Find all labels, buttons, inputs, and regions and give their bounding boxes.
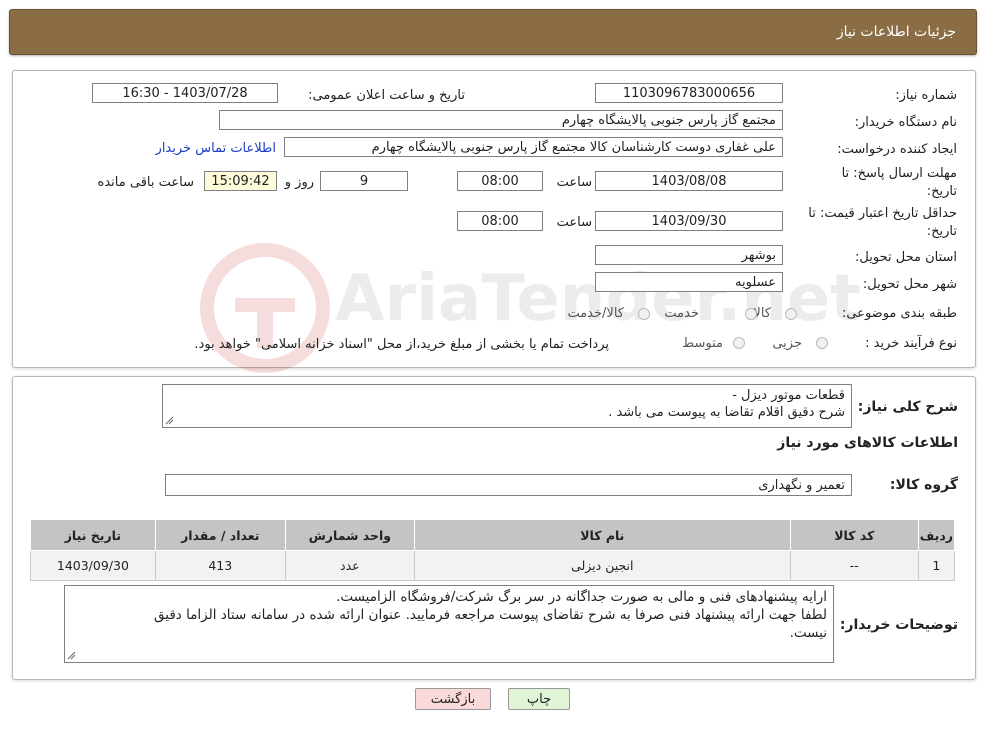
table-header-row: ردیف کد کالا نام کالا واحد شمارش تعداد /… <box>30 519 956 551</box>
page-header: جزئیات اطلاعات نیاز <box>9 9 977 55</box>
col-header-date: تاریخ نیاز <box>30 519 156 551</box>
validity-time-label: ساعت <box>556 215 592 230</box>
print-button[interactable]: چاپ <box>508 688 570 710</box>
category-option-service: خدمت <box>664 306 699 321</box>
col-header-row-number: ردیف <box>917 519 956 551</box>
cell-date: 1403/09/30 <box>30 550 156 581</box>
cell-code: -- <box>789 550 919 581</box>
buyer-contact-link[interactable]: اطلاعات تماس خریدار <box>156 141 276 156</box>
process-radio-medium[interactable] <box>733 337 745 349</box>
category-radio-goods[interactable] <box>785 308 797 320</box>
validity-label-2: تاریخ: <box>926 224 957 239</box>
col-header-unit: واحد شمارش <box>284 519 415 551</box>
summary-line-1: قطعات موتور دیزل - <box>732 388 845 403</box>
process-option-minor: جزیی <box>772 336 802 351</box>
summary-line-2: شرح دقیق اقلام تقاضا به پیوست می باشد . <box>608 405 845 420</box>
cell-unit: عدد <box>284 550 415 581</box>
process-option-medium: متوسط <box>682 336 723 351</box>
buyer-notes-line-1: ارایه پیشنهادهای فنی و مالی به صورت جداگ… <box>336 589 827 605</box>
cell-row-number: 1 <box>917 550 956 581</box>
category-radio-goods-service[interactable] <box>638 308 650 320</box>
category-radio-service[interactable] <box>745 308 757 320</box>
validity-time-field: 08:00 <box>457 211 543 231</box>
deadline-time-field: 08:00 <box>457 171 543 191</box>
validity-label: حداقل تاریخ اعتبار قیمت: تا <box>808 206 957 221</box>
col-header-name: نام کالا <box>413 519 791 551</box>
need-number-label: شماره نیاز: <box>895 88 957 103</box>
table-row: 1 -- انجین دیزلی عدد 413 1403/09/30 <box>30 550 956 581</box>
resize-handle-icon[interactable] <box>67 651 76 660</box>
buyer-notes-line-3: نیست. <box>789 625 827 641</box>
summary-label: شرح کلی نیاز: <box>857 399 958 415</box>
days-field: 9 <box>320 171 408 191</box>
goods-section-title: اطلاعات کالاهای مورد نیاز <box>777 435 958 451</box>
buyer-notes-textarea[interactable]: ارایه پیشنهادهای فنی و مالی به صورت جداگ… <box>64 585 834 663</box>
summary-textarea[interactable]: قطعات موتور دیزل - شرح دقیق اقلام تقاضا … <box>162 384 852 428</box>
goods-table: ردیف کد کالا نام کالا واحد شمارش تعداد /… <box>30 519 956 581</box>
resize-handle-icon[interactable] <box>165 416 174 425</box>
col-header-code: کد کالا <box>789 519 919 551</box>
buyer-notes-label: توضیحات خریدار: <box>839 617 958 633</box>
validity-date-field: 1403/09/30 <box>595 211 783 231</box>
deadline-date-field: 1403/08/08 <box>595 171 783 191</box>
category-label: طبقه بندی موضوعی: <box>841 306 957 321</box>
goods-group-label: گروه کالا: <box>889 477 958 493</box>
process-radio-minor[interactable] <box>816 337 828 349</box>
back-button[interactable]: بازگشت <box>415 688 491 710</box>
page-title: جزئیات اطلاعات نیاز <box>836 24 956 40</box>
buyer-notes-line-2: لطفا جهت ارائه پیشنهاد فنی صرفا به شرح ت… <box>154 607 827 623</box>
city-field: عسلویه <box>595 272 783 292</box>
category-option-goods-service: کالا/خدمت <box>567 306 624 321</box>
process-note: پرداخت تمام یا بخشی از مبلغ خرید،از محل … <box>194 337 609 352</box>
need-number-field: 1103096783000656 <box>595 83 783 103</box>
buyer-org-label: نام دستگاه خریدار: <box>854 115 957 130</box>
announce-field: 1403/07/28 - 16:30 <box>92 83 278 103</box>
requester-field: علی غفاری دوست کارشناسان کالا مجتمع گاز … <box>284 137 783 157</box>
col-header-quantity: تعداد / مقدار <box>154 519 286 551</box>
announce-label: تاریخ و ساعت اعلان عمومی: <box>308 88 465 103</box>
province-label: استان محل تحویل: <box>855 250 957 265</box>
deadline-label: مهلت ارسال پاسخ: تا <box>841 166 957 181</box>
days-label: روز و <box>284 175 314 190</box>
watermark-logo <box>195 238 335 378</box>
deadline-time-label: ساعت <box>556 175 592 190</box>
province-field: بوشهر <box>595 245 783 265</box>
remaining-label: ساعت باقی مانده <box>97 175 194 190</box>
deadline-label-2: تاریخ: <box>926 184 957 199</box>
city-label: شهر محل تحویل: <box>862 277 957 292</box>
process-label: نوع فرآیند خرید : <box>865 336 957 351</box>
buyer-org-field: مجتمع گاز پارس جنوبی پالایشگاه چهارم <box>219 110 783 130</box>
goods-group-field: تعمیر و نگهداری <box>165 474 852 496</box>
cell-name: انجین دیزلی <box>413 550 791 581</box>
cell-quantity: 413 <box>154 550 286 581</box>
requester-label: ایجاد کننده درخواست: <box>837 142 957 157</box>
remaining-time-field: 15:09:42 <box>204 171 277 191</box>
